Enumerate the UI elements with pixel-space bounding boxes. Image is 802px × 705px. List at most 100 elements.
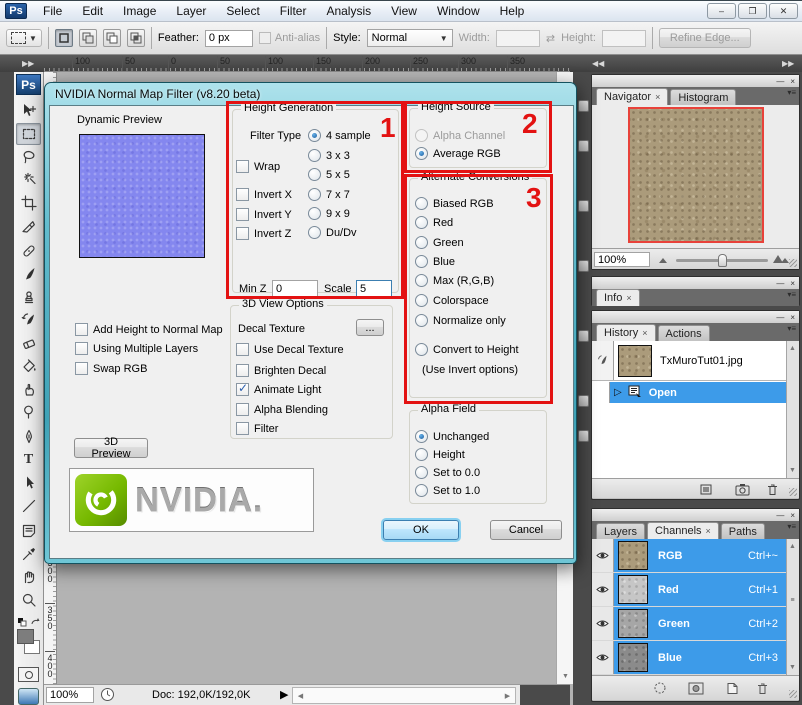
unchanged-radio[interactable]: Unchanged bbox=[415, 430, 489, 443]
alpha-blending-checkbox[interactable]: Alpha Blending bbox=[236, 403, 328, 416]
zoom-slider-track[interactable] bbox=[676, 259, 768, 262]
menu-layer[interactable]: Layer bbox=[166, 2, 216, 20]
tab-close-icon[interactable]: × bbox=[626, 293, 631, 303]
panel-minimize-icon[interactable]: — bbox=[776, 77, 784, 86]
slice-tool[interactable] bbox=[16, 215, 41, 237]
restore-button[interactable]: ❐ bbox=[738, 3, 767, 19]
channel-row-rgb[interactable]: RGB Ctrl+~ bbox=[592, 539, 786, 572]
use-decal-texture-checkbox[interactable]: Use Decal Texture bbox=[236, 343, 344, 356]
cancel-button[interactable]: Cancel bbox=[490, 520, 562, 540]
checkbox-icon[interactable] bbox=[75, 342, 88, 355]
visibility-eye-icon[interactable] bbox=[592, 539, 614, 572]
smudge-tool[interactable] bbox=[16, 378, 41, 400]
tool-preset-picker[interactable]: ▼ bbox=[6, 29, 42, 47]
history-scrollbar[interactable]: ▲ ▼ bbox=[786, 341, 799, 478]
move-tool[interactable] bbox=[16, 100, 41, 122]
zoom-slider-thumb[interactable] bbox=[718, 254, 727, 267]
menu-analysis[interactable]: Analysis bbox=[316, 2, 381, 20]
minimize-button[interactable]: – bbox=[707, 3, 736, 19]
scroll-down-icon[interactable]: ▼ bbox=[785, 463, 800, 478]
delete-state-icon[interactable] bbox=[762, 481, 782, 497]
tab-close-icon[interactable]: × bbox=[655, 92, 660, 102]
rectangular-marquee-tool[interactable] bbox=[16, 123, 41, 145]
menu-image[interactable]: Image bbox=[113, 2, 166, 20]
brush-tool[interactable] bbox=[16, 263, 41, 285]
tab-close-icon[interactable]: × bbox=[706, 526, 711, 536]
load-selection-icon[interactable] bbox=[650, 680, 670, 696]
channel-row-blue[interactable]: Blue Ctrl+3 bbox=[592, 641, 786, 674]
magic-wand-tool[interactable] bbox=[16, 169, 41, 191]
eyedropper-tool[interactable] bbox=[16, 543, 41, 565]
menu-filter[interactable]: Filter bbox=[270, 2, 317, 20]
channel-row-red[interactable]: Red Ctrl+1 bbox=[592, 573, 786, 606]
tab-actions[interactable]: Actions bbox=[658, 325, 710, 341]
line-tool[interactable] bbox=[16, 495, 41, 517]
panel-close-icon[interactable]: × bbox=[790, 279, 795, 288]
scroll-right-icon[interactable]: ▶ bbox=[500, 688, 515, 703]
panel-close-icon[interactable]: × bbox=[790, 77, 795, 86]
collapsed-panel-button[interactable] bbox=[578, 260, 589, 272]
add-to-selection-button[interactable] bbox=[79, 29, 97, 47]
add-height-checkbox[interactable]: Add Height to Normal Map bbox=[75, 323, 223, 336]
visibility-eye-icon[interactable] bbox=[592, 607, 614, 640]
checkbox-icon[interactable] bbox=[236, 364, 249, 377]
swap-rgb-checkbox[interactable]: Swap RGB bbox=[75, 362, 147, 375]
channel-thumbnail[interactable] bbox=[618, 609, 648, 638]
snapshot-thumbnail[interactable] bbox=[618, 345, 652, 377]
checkbox-icon[interactable] bbox=[75, 362, 88, 375]
lasso-tool[interactable] bbox=[16, 146, 41, 168]
resize-grip[interactable] bbox=[789, 690, 797, 698]
panel-menu-icon[interactable]: ▾≡ bbox=[787, 523, 796, 531]
channel-thumbnail[interactable] bbox=[618, 541, 648, 570]
tab-layers[interactable]: Layers bbox=[596, 523, 645, 539]
subtract-from-selection-button[interactable] bbox=[103, 29, 121, 47]
zoom-in-icon[interactable] bbox=[772, 252, 790, 267]
toolbar-collapse-icon[interactable]: ▶▶ bbox=[22, 59, 34, 68]
3d-preview-button[interactable]: 3D Preview bbox=[74, 438, 148, 458]
scrollbar-thumb[interactable]: ≡ bbox=[785, 593, 800, 608]
browse-decal-button[interactable]: ... bbox=[356, 319, 384, 336]
scroll-down-icon[interactable]: ▼ bbox=[785, 660, 800, 675]
radio-icon[interactable] bbox=[415, 448, 428, 461]
new-document-from-state-icon[interactable] bbox=[696, 481, 716, 497]
spot-healing-brush-tool[interactable] bbox=[16, 240, 41, 262]
menu-select[interactable]: Select bbox=[216, 2, 269, 20]
crop-tool[interactable] bbox=[16, 192, 41, 214]
dock-collapse-right-icon[interactable]: ▶▶ bbox=[782, 59, 794, 68]
new-snapshot-icon[interactable] bbox=[732, 481, 752, 497]
tab-paths[interactable]: Paths bbox=[721, 523, 765, 539]
zoom-out-icon[interactable] bbox=[658, 254, 672, 267]
clone-stamp-tool[interactable] bbox=[16, 286, 41, 308]
channel-thumbnail[interactable] bbox=[618, 575, 648, 604]
style-dropdown[interactable]: Normal ▼ bbox=[367, 29, 453, 47]
visibility-eye-icon[interactable] bbox=[592, 573, 614, 606]
collapsed-panel-button[interactable] bbox=[578, 200, 589, 212]
panel-menu-icon[interactable]: ▾≡ bbox=[787, 291, 796, 299]
screen-mode-button[interactable] bbox=[18, 688, 39, 705]
collapsed-panel-button[interactable] bbox=[578, 330, 589, 342]
brighten-decal-checkbox[interactable]: Brighten Decal bbox=[236, 364, 326, 377]
animate-light-checkbox[interactable]: Animate Light bbox=[236, 383, 321, 396]
swap-colors-icon[interactable] bbox=[14, 615, 44, 629]
navigator-zoom-input[interactable] bbox=[594, 252, 650, 267]
tab-channels[interactable]: Channels× bbox=[647, 522, 719, 539]
new-selection-button[interactable] bbox=[55, 29, 73, 47]
snapshot-name[interactable]: TxMuroTut01.jpg bbox=[660, 355, 743, 367]
collapsed-panel-button[interactable] bbox=[578, 430, 589, 442]
height-radio[interactable]: Height bbox=[415, 448, 465, 461]
save-selection-as-channel-icon[interactable] bbox=[686, 680, 706, 696]
filter-checkbox[interactable]: Filter bbox=[236, 422, 278, 435]
scroll-up-icon[interactable]: ▲ bbox=[785, 539, 800, 554]
quick-mask-toggle[interactable] bbox=[18, 667, 39, 682]
panel-minimize-icon[interactable]: — bbox=[776, 511, 784, 520]
panel-minimize-icon[interactable]: — bbox=[776, 313, 784, 322]
navigator-proxy-preview[interactable] bbox=[628, 107, 764, 243]
zoom-tool[interactable] bbox=[16, 589, 41, 611]
panel-close-icon[interactable]: × bbox=[790, 511, 795, 520]
dock-collapse-left-icon[interactable]: ◀◀ bbox=[592, 59, 604, 68]
paint-bucket-tool[interactable] bbox=[16, 355, 41, 377]
collapsed-panel-button[interactable] bbox=[578, 140, 589, 152]
checkbox-icon[interactable] bbox=[236, 403, 249, 416]
panel-menu-icon[interactable]: ▾≡ bbox=[787, 325, 796, 333]
collapsed-panel-button[interactable] bbox=[578, 395, 589, 407]
